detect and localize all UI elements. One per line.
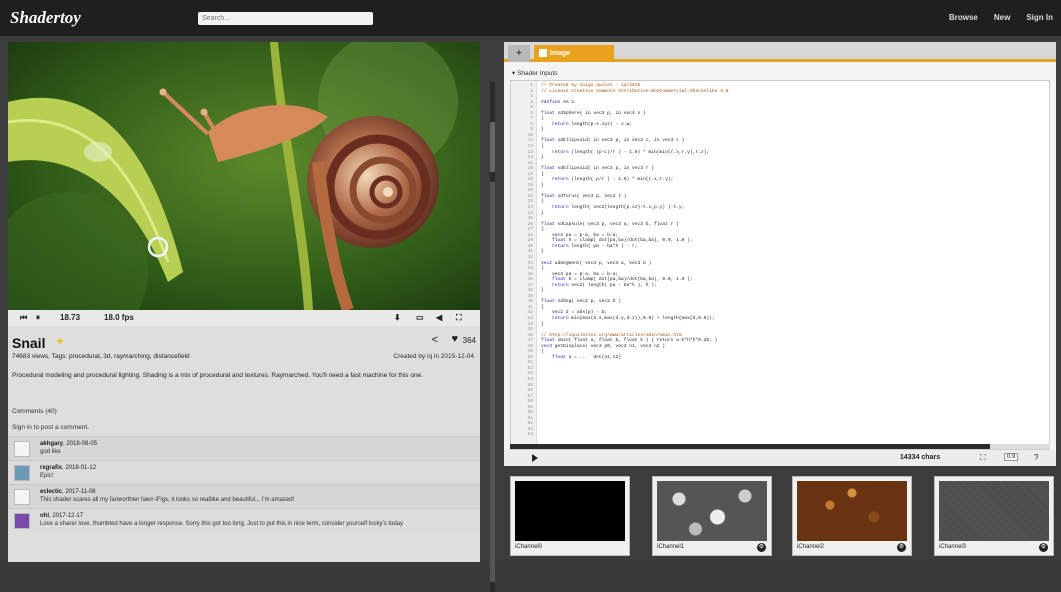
editor-hscroll-thumb[interactable] [510,444,990,449]
player-controls: ⏮ ⏸ 18.73 18.0 fps ⬇ ▭ ◀ ⛶ [8,310,480,326]
channel-3-preview[interactable] [939,481,1049,541]
comment-item: akhgary, 2018-08-05 god like [8,436,480,460]
editor-hscrollbar[interactable] [510,444,1050,449]
heart-icon[interactable]: ♥ [451,333,458,345]
signin-to-comment[interactable]: Sign in to post a comment. [12,424,89,431]
font-size-select[interactable]: 0.9 [1004,453,1019,461]
gear-icon[interactable]: ⚙ [897,543,906,552]
fullscreen-icon[interactable]: ⛶ [456,313,462,323]
comment-user[interactable]: rxgrafix [40,465,62,471]
code-content[interactable]: // Created by inigo quilez - iq/2015 // … [541,83,728,360]
search-input[interactable] [198,12,373,25]
like-count: 364 [462,336,476,345]
help-icon[interactable]: ? [1034,453,1038,462]
shader-title: Snail [12,335,46,351]
comment-user[interactable]: eclectic [40,489,62,495]
pause-icon[interactable]: ⏸ [36,313,40,323]
scroll-thumb[interactable] [490,122,495,172]
shader-inputs-toggle[interactable]: ▾ Shader Inputs [512,69,558,77]
comment-user[interactable]: ohl [40,513,49,519]
rewind-icon[interactable]: ⏮ [20,313,27,323]
avatar[interactable] [14,465,30,481]
app-logo[interactable]: Shadertoy [10,8,81,28]
char-count: 14334 chars [900,454,941,461]
editor-tabs: + Image [504,42,1056,62]
time-readout: 18.73 [60,313,81,322]
shader-viewport[interactable] [8,42,480,310]
shader-description: Procedural modeling and procedural light… [12,372,423,379]
comment-text: god like [40,449,61,455]
line-numbers: 1 2 3 4 5 6 7 8 9 10 11 12 13 14 15 16 1… [527,83,533,438]
comment-item: ohl, 2017-12-17 Love a sharer love, thum… [8,508,480,532]
scroll-track[interactable] [490,182,495,582]
channel-1-label: iChannel1 [657,544,685,550]
record-icon[interactable]: ⬇ [394,313,401,322]
channel-0-label: iChannel0 [515,544,543,550]
comment-date: 2018-08-05 [66,441,98,447]
comment-date: 2018-01-12 [65,465,97,471]
code-editor[interactable]: 1 2 3 4 5 6 7 8 9 10 11 12 13 14 15 16 1… [510,80,1050,450]
avatar[interactable] [14,489,30,505]
add-tab-button[interactable]: + [508,45,530,62]
nav-browse[interactable]: Browse [949,13,978,22]
volume-icon[interactable]: ◀ [436,313,442,322]
fullscreen-editor-icon[interactable]: ⛶ [980,453,986,463]
star-icon: ★ [56,336,65,346]
channel-2[interactable]: iChannel2 ⚙ [792,476,912,556]
comment-user[interactable]: akhgary [40,441,63,447]
comment-text: Love a sharer love, thumbted have a long… [40,521,404,527]
comment-text: Epic! [40,473,54,479]
image-tab-icon [539,49,547,57]
comments-header: Comments (40) [12,408,57,415]
tab-image-label: Image [550,50,571,57]
channel-0-preview[interactable] [515,481,625,541]
comment-date: 2017-11-08 [65,489,96,495]
channel-1-preview[interactable] [657,481,767,541]
gear-icon[interactable]: ⚙ [1039,543,1048,552]
shader-info: Snail ★ < ♥ 364 74683 views, Tags: proce… [8,326,480,562]
comment-date: 2017-12-17 [52,513,84,519]
shader-panel: ⏮ ⏸ 18.73 18.0 fps ⬇ ▭ ◀ ⛶ Snail ★ < ♥ 3… [8,42,480,562]
comment-text: This shader scares all my fanworthier fa… [40,497,295,503]
nav-new[interactable]: New [994,13,1010,22]
nav-signin[interactable]: Sign In [1026,13,1053,22]
share-icon[interactable]: < [432,334,438,346]
gear-icon[interactable]: ⚙ [757,543,766,552]
channel-2-preview[interactable] [797,481,907,541]
main-area: ⏮ ⏸ 18.73 18.0 fps ⬇ ▭ ◀ ⛶ Snail ★ < ♥ 3… [0,36,1061,592]
channel-3[interactable]: iChannel3 ⚙ [934,476,1054,556]
channel-1[interactable]: iChannel1 ⚙ [652,476,772,556]
comment-list: akhgary, 2018-08-05 god like rxgrafix, 2… [8,436,480,532]
editor-panel: + Image ▾ Shader Inputs 1 2 3 4 5 6 7 8 … [504,42,1056,466]
created-by: Created by iq in 2015-12-04 [393,353,474,360]
tab-image[interactable]: Image [534,45,614,62]
snail-render [8,42,480,310]
page-scrollbar[interactable] [490,82,495,592]
main-nav: Browse New Sign In [949,13,1053,22]
compile-play-icon[interactable] [532,454,538,462]
channel-3-label: iChannel3 [939,544,967,550]
avatar[interactable] [14,513,30,529]
top-bar: Shadertoy Browse New Sign In [0,0,1061,36]
editor-footer: 14334 chars ⛶ 0.9 ? [504,450,1056,466]
channel-2-label: iChannel2 [797,544,825,550]
avatar[interactable] [14,441,30,457]
fps-readout: 18.0 fps [104,313,134,322]
views-tags: 74683 views, Tags: procedural, 3d, rayma… [12,353,190,360]
comment-item: eclectic, 2017-11-08 This shader scares … [8,484,480,508]
vr-icon[interactable]: ▭ [416,313,424,322]
channel-0[interactable]: iChannel0 [510,476,630,556]
comment-item: rxgrafix, 2018-01-12 Epic! [8,460,480,484]
channel-strip: iChannel0 iChannel1 ⚙ iChannel2 ⚙ iChann… [504,468,1056,562]
